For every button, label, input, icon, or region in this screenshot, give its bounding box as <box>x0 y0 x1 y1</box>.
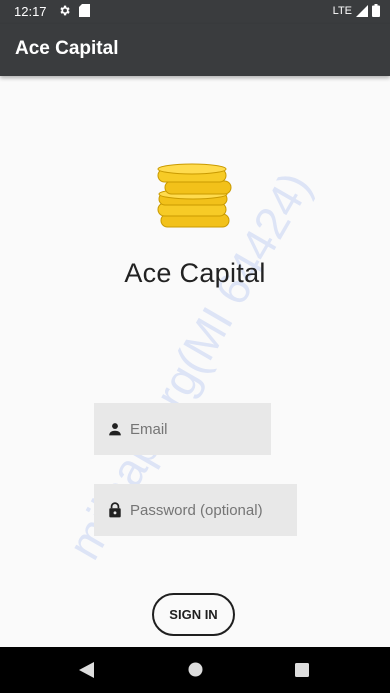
password-field[interactable] <box>94 484 297 536</box>
lock-icon <box>109 502 121 518</box>
home-icon[interactable] <box>188 662 203 677</box>
email-field[interactable] <box>94 403 271 455</box>
password-input[interactable] <box>128 500 297 520</box>
app-bar: Ace Capital <box>0 24 390 76</box>
status-time: 12:17 <box>14 4 47 19</box>
nav-bar <box>0 647 390 693</box>
brand-title: Ace Capital <box>124 258 266 288</box>
signal-icon <box>356 4 368 17</box>
sign-in-button[interactable]: SIGN IN <box>152 593 235 636</box>
network-type: LTE <box>332 4 352 17</box>
app-title: Ace Capital <box>15 38 119 59</box>
coins-stack-icon <box>157 163 232 228</box>
person-icon <box>109 423 121 436</box>
battery-icon <box>372 4 380 17</box>
status-bar: 12:17 LTE <box>0 0 390 24</box>
back-icon[interactable] <box>79 662 94 678</box>
sd-card-icon <box>79 4 90 17</box>
gear-icon <box>60 5 70 16</box>
email-input[interactable] <box>128 419 271 439</box>
recents-icon[interactable] <box>295 663 309 677</box>
